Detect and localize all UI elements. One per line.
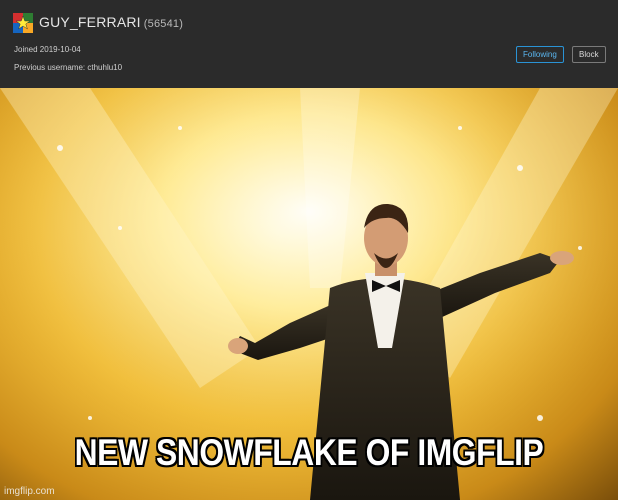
points-count: (56541) [143, 18, 184, 30]
meme-caption: NEW SNOWFLAKE OF IMGFLIP [74, 432, 544, 473]
avatar[interactable] [13, 13, 33, 33]
username-line: GUY_FERRARI (56541) [39, 14, 183, 30]
profile-header: GUY_FERRARI (56541) Joined 2019-10-04 Pre… [0, 0, 618, 88]
following-button[interactable]: Following [516, 46, 564, 63]
previous-username: Previous username: cthuhlu10 [14, 63, 123, 72]
block-button[interactable]: Block [572, 46, 606, 63]
imgflip-watermark: imgflip.com [4, 486, 55, 497]
star-flag-avatar-icon [13, 13, 33, 33]
username-link[interactable]: GUY_FERRARI [39, 14, 141, 30]
joined-date: Joined 2019-10-04 [14, 45, 81, 54]
